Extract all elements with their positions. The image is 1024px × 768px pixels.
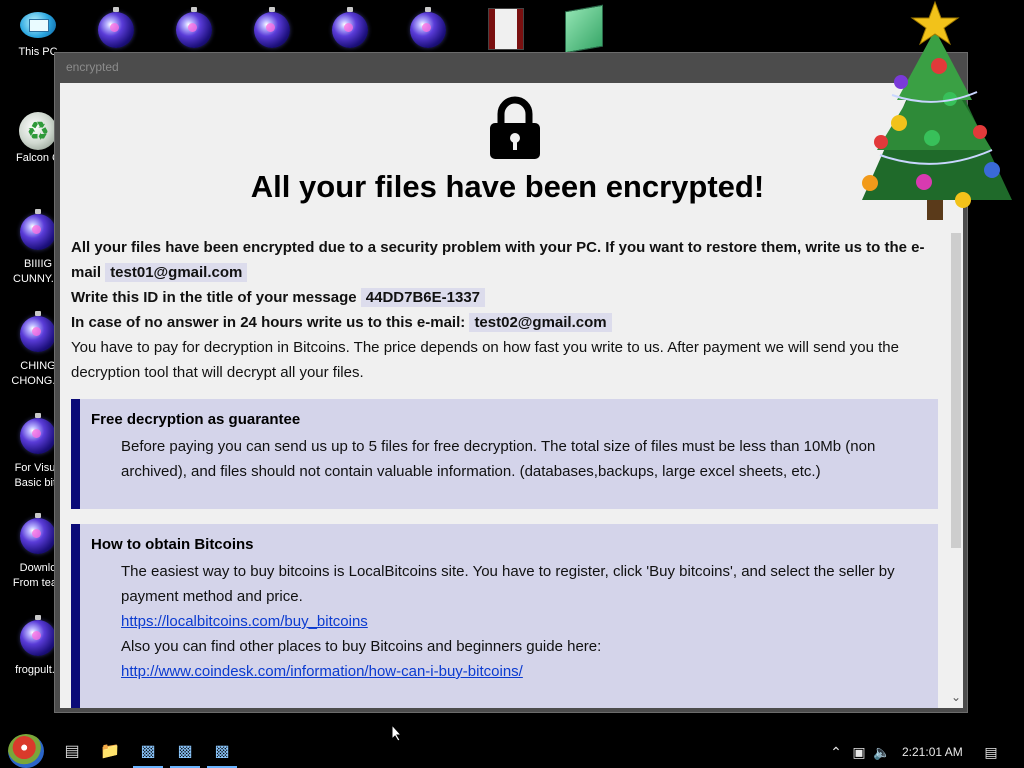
guarantee-body: Before paying you can send us up to 5 fi… xyxy=(121,438,876,480)
desktop-icon-ornament-4[interactable] xyxy=(315,7,385,48)
coindesk-link[interactable]: http://www.coindesk.com/information/how-… xyxy=(121,663,523,680)
notepad-icon xyxy=(565,4,603,54)
start-button[interactable] xyxy=(8,734,44,768)
ornament-icon xyxy=(20,209,56,250)
scroll-thumb[interactable] xyxy=(951,233,961,548)
id-prompt: Write this ID in the title of your messa… xyxy=(71,289,357,306)
mouse-cursor-icon xyxy=(391,724,403,742)
victim-id[interactable]: 44DD7B6E-1337 xyxy=(360,288,486,307)
intro-text: All your files have been encrypted due t… xyxy=(71,235,941,285)
lock-icon xyxy=(490,96,540,159)
book-icon xyxy=(488,8,524,50)
desktop-icon-ornament-2[interactable] xyxy=(159,7,229,48)
desktop-icon-ornament-1[interactable] xyxy=(81,7,151,48)
chevron-down-icon[interactable]: ⌄ xyxy=(950,691,962,703)
volume-icon[interactable]: 🔈 xyxy=(872,736,892,768)
notification-icon[interactable]: ▤ xyxy=(981,736,1001,768)
no-answer-prompt: In case of no answer in 24 hours write u… xyxy=(71,314,466,331)
taskbar-app-3[interactable]: ▩ xyxy=(203,736,241,768)
task-view-icon[interactable]: ▤ xyxy=(53,736,91,768)
guarantee-panel: Free decryption as guarantee Before payi… xyxy=(71,399,938,509)
localbitcoins-link[interactable]: https://localbitcoins.com/buy_bitcoins xyxy=(121,613,368,630)
folder-icon[interactable]: 📁 xyxy=(91,736,129,768)
payment-text: You have to pay for decryption in Bitcoi… xyxy=(71,339,899,381)
ornament-icon xyxy=(20,615,56,656)
no-answer-line: In case of no answer in 24 hours write u… xyxy=(71,310,941,335)
ornament-icon xyxy=(20,311,56,352)
clock[interactable]: 2:21:01 AM xyxy=(902,736,963,768)
chevron-up-icon[interactable]: ⌃ xyxy=(826,736,846,768)
network-icon[interactable]: ▣ xyxy=(849,736,869,768)
bitcoins-body: The easiest way to buy bitcoins is Local… xyxy=(91,559,918,684)
christmas-tree-icon xyxy=(862,0,1012,220)
ornament-icon xyxy=(410,7,446,48)
email-secondary[interactable]: test02@gmail.com xyxy=(469,313,612,332)
window-title[interactable]: encrypted xyxy=(55,53,967,83)
desktop-icon-ornament-3[interactable] xyxy=(237,7,307,48)
email-primary[interactable]: test01@gmail.com xyxy=(105,263,248,282)
desktop-icon-ornament-5[interactable] xyxy=(393,7,463,48)
ornament-icon xyxy=(98,7,134,48)
desktop-icon-notepad[interactable] xyxy=(549,4,619,54)
ornament-icon xyxy=(254,7,290,48)
bitcoins-text-1: The easiest way to buy bitcoins is Local… xyxy=(121,563,895,605)
window-content: All your files have been encrypted! All … xyxy=(60,83,963,708)
ransom-window: encrypted All your files have been encry… xyxy=(54,52,968,713)
ornament-icon xyxy=(20,413,56,454)
ornament-icon xyxy=(332,7,368,48)
ornament-icon xyxy=(20,513,56,554)
page-title: All your files have been encrypted! xyxy=(250,169,765,204)
guarantee-title: Free decryption as guarantee xyxy=(91,411,301,428)
bitcoins-title: How to obtain Bitcoins xyxy=(91,536,254,553)
ornament-icon xyxy=(176,7,212,48)
taskbar-app-1[interactable]: ▩ xyxy=(129,736,167,768)
id-line: Write this ID in the title of your messa… xyxy=(71,285,941,310)
computer-icon xyxy=(18,10,58,44)
bitcoins-text-2: Also you can find other places to buy Bi… xyxy=(121,638,602,655)
bitcoins-panel: How to obtain Bitcoins The easiest way t… xyxy=(71,524,938,708)
desktop-icon-book[interactable] xyxy=(471,8,541,50)
recycle-icon: ♻ xyxy=(19,112,57,150)
taskbar-app-2[interactable]: ▩ xyxy=(166,736,204,768)
